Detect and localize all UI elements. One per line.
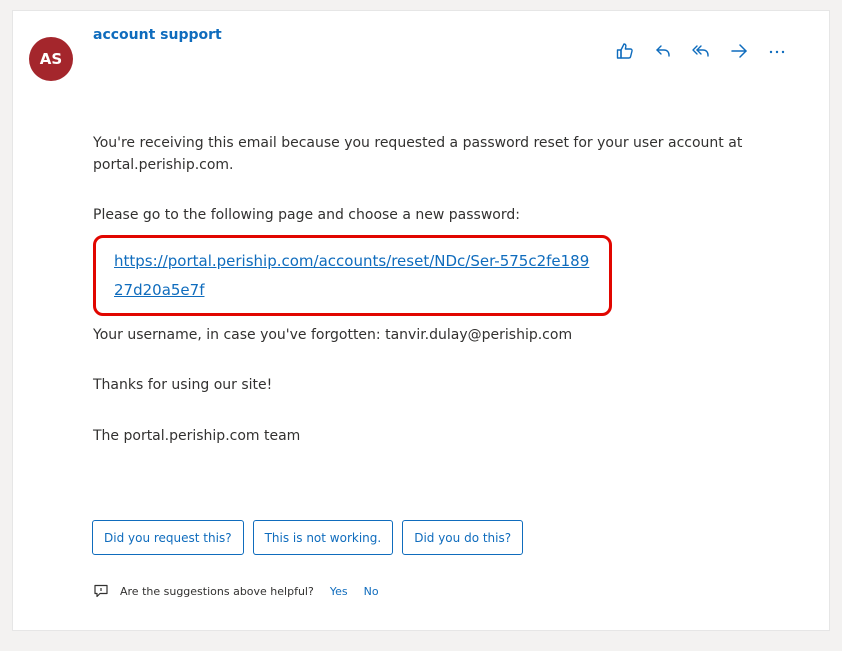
signature-text: The portal.periship.com team bbox=[93, 428, 301, 444]
highlighted-link-box: https://portal.periship.com/accounts/res… bbox=[93, 235, 612, 316]
message-actions-toolbar bbox=[611, 39, 791, 63]
suggestion-feedback: Are the suggestions above helpful? Yes N… bbox=[93, 583, 379, 599]
username-text: Your username, in case you've forgotten:… bbox=[93, 327, 573, 343]
feedback-question: Are the suggestions above helpful? bbox=[120, 584, 314, 598]
reply-button[interactable] bbox=[649, 39, 677, 63]
sender-avatar[interactable]: AS bbox=[29, 37, 73, 81]
password-reset-link[interactable]: https://portal.periship.com/accounts/res… bbox=[114, 247, 594, 305]
feedback-no-link[interactable]: No bbox=[364, 585, 379, 598]
suggestion-this-is-not-working[interactable]: This is not working. bbox=[252, 520, 394, 555]
suggestion-did-you-do-this[interactable]: Did you do this? bbox=[402, 520, 524, 555]
forward-icon bbox=[731, 44, 747, 58]
more-actions-button[interactable] bbox=[763, 39, 791, 63]
more-icon bbox=[769, 50, 785, 54]
forward-button[interactable] bbox=[725, 39, 753, 63]
reply-all-button[interactable] bbox=[687, 39, 715, 63]
suggested-replies: Did you request this? This is not workin… bbox=[92, 520, 532, 555]
reply-icon bbox=[656, 45, 670, 57]
thumbs-up-icon bbox=[616, 43, 633, 59]
suggestion-did-you-request-this[interactable]: Did you request this? bbox=[92, 520, 244, 555]
sender-name[interactable]: account support bbox=[93, 27, 222, 43]
reset-explanation-text: You're receiving this email because you … bbox=[93, 135, 743, 173]
feedback-comment-icon bbox=[93, 583, 111, 599]
email-card: AS account support You're receiving this… bbox=[12, 10, 830, 631]
reply-all-icon bbox=[692, 45, 709, 57]
feedback-yes-link[interactable]: Yes bbox=[330, 585, 348, 598]
instruction-text: Please go to the following page and choo… bbox=[93, 207, 520, 223]
like-button[interactable] bbox=[611, 39, 639, 63]
thanks-text: Thanks for using our site! bbox=[93, 377, 273, 393]
